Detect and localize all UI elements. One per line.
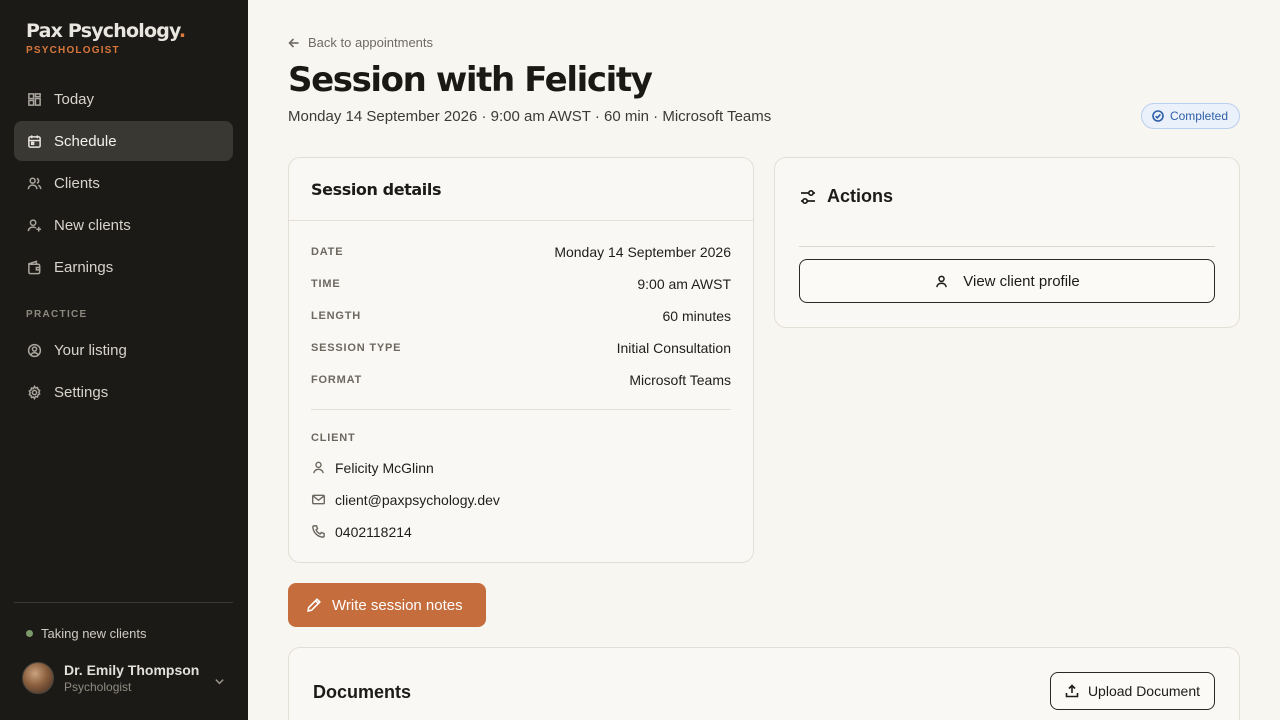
sidebar-item-label: New clients (54, 216, 131, 234)
sidebar-item-label: Earnings (54, 258, 114, 276)
user-menu[interactable]: Dr. Emily Thompson Psychologist (22, 662, 232, 694)
user-icon (936, 275, 948, 287)
client-email[interactable]: client@paxpsychology.dev (335, 492, 500, 508)
detail-value: 9:00 am AWST (637, 276, 731, 292)
upload-icon (1065, 684, 1079, 698)
detail-row-format: FORMAT Microsoft Teams (311, 370, 731, 390)
session-details-heading: Session details (289, 158, 753, 221)
status-dot (26, 630, 33, 637)
main-content: Back to appointments Session with Felici… (248, 0, 1280, 720)
detail-label: DATE (311, 246, 344, 258)
sidebar-item-label: Today (54, 90, 95, 108)
sidebar-item-earnings[interactable]: Earnings (14, 247, 233, 287)
back-link[interactable]: Back to appointments (288, 35, 433, 50)
page-title: Session with Felicity (288, 60, 653, 100)
user-role: Psychologist (64, 680, 132, 694)
sidebar-item-label: Schedule (54, 132, 117, 150)
practice-nav: Your listing Settings (14, 330, 233, 414)
user-circle-icon (26, 342, 42, 358)
sidebar-item-label: Your listing (54, 341, 127, 359)
detail-row-date: DATE Monday 14 September 2026 (311, 242, 731, 262)
documents-heading: Documents (313, 682, 412, 702)
avatar (22, 662, 54, 694)
client-name: Felicity McGlinn (335, 460, 434, 476)
detail-label: LENGTH (311, 310, 362, 322)
actions-heading-label: Actions (827, 186, 894, 206)
detail-row-time: TIME 9:00 am AWST (311, 274, 731, 294)
client-phone-row[interactable]: 0402118214 (311, 524, 412, 540)
sidebar-divider (14, 602, 233, 603)
write-session-notes-label: Write session notes (332, 596, 463, 614)
actions-heading: Actions (799, 186, 893, 207)
brand[interactable]: Pax Psychology. PSYCHOLOGIST (26, 20, 186, 56)
documents-card: Documents Upload Document (288, 647, 1240, 720)
arrow-left-icon (288, 37, 299, 48)
detail-value: 60 minutes (662, 308, 731, 324)
availability-label: Taking new clients (41, 626, 147, 641)
sidebar-item-label: Settings (54, 383, 109, 401)
client-email-row[interactable]: client@paxpsychology.dev (311, 492, 500, 508)
details-divider (311, 409, 731, 410)
client-name-row: Felicity McGlinn (311, 460, 434, 476)
sidebar-item-today[interactable]: Today (14, 79, 233, 119)
detail-label: TIME (311, 278, 341, 290)
gear-icon (26, 384, 42, 400)
back-link-label: Back to appointments (308, 35, 434, 50)
users-icon (26, 175, 42, 191)
user-plus-icon (26, 217, 42, 233)
pencil-icon (307, 598, 321, 612)
sidebar: Pax Psychology. PSYCHOLOGIST Today Sched… (0, 0, 248, 720)
main-nav: Today Schedule Clients New clients Earni… (14, 79, 233, 289)
status-badge: Completed (1140, 103, 1240, 129)
chevron-down-icon (214, 674, 224, 685)
detail-row-session-type: SESSION TYPE Initial Consultation (311, 338, 731, 358)
write-session-notes-button[interactable]: Write session notes (288, 583, 486, 627)
user-icon (311, 460, 327, 476)
session-summary: Monday 14 September 2026 · 9:00 am AWST … (288, 108, 772, 125)
actions-divider (799, 246, 1215, 247)
check-circle-icon (1152, 110, 1164, 122)
sliders-icon (801, 189, 815, 204)
detail-label: FORMAT (311, 374, 363, 386)
view-client-profile-button[interactable]: View client profile (799, 259, 1215, 303)
status-badge-label: Completed (1169, 109, 1228, 123)
phone-icon (311, 524, 327, 540)
brand-role: PSYCHOLOGIST (26, 45, 120, 56)
detail-value: Initial Consultation (616, 340, 731, 356)
calendar-icon (26, 133, 42, 149)
sidebar-item-clients[interactable]: Clients (14, 163, 233, 203)
sidebar-item-label: Clients (54, 174, 100, 192)
session-details-card: Session details DATE Monday 14 September… (288, 157, 754, 563)
detail-value: Monday 14 September 2026 (554, 244, 731, 260)
upload-document-label: Upload Document (1087, 683, 1200, 699)
view-client-profile-label: View client profile (963, 272, 1080, 290)
sidebar-item-schedule[interactable]: Schedule (14, 121, 233, 161)
brand-logo: Pax Psychology. (26, 20, 186, 42)
mail-icon (311, 492, 327, 508)
detail-label: SESSION TYPE (311, 342, 402, 354)
client-label: CLIENT (311, 432, 356, 444)
wallet-icon (26, 259, 42, 275)
detail-row-length: LENGTH 60 minutes (311, 306, 731, 326)
sidebar-item-new-clients[interactable]: New clients (14, 205, 233, 245)
sidebar-item-settings[interactable]: Settings (14, 372, 233, 412)
client-phone[interactable]: 0402118214 (335, 524, 412, 540)
dashboard-icon (26, 91, 42, 107)
upload-document-button[interactable]: Upload Document (1049, 672, 1215, 710)
sidebar-item-your-listing[interactable]: Your listing (14, 330, 233, 370)
actions-card: Actions View client profile (774, 157, 1240, 328)
user-name: Dr. Emily Thompson (64, 662, 200, 678)
detail-value: Microsoft Teams (629, 372, 731, 388)
availability-status: Taking new clients (26, 626, 147, 641)
section-label-practice: PRACTICE (26, 309, 88, 320)
